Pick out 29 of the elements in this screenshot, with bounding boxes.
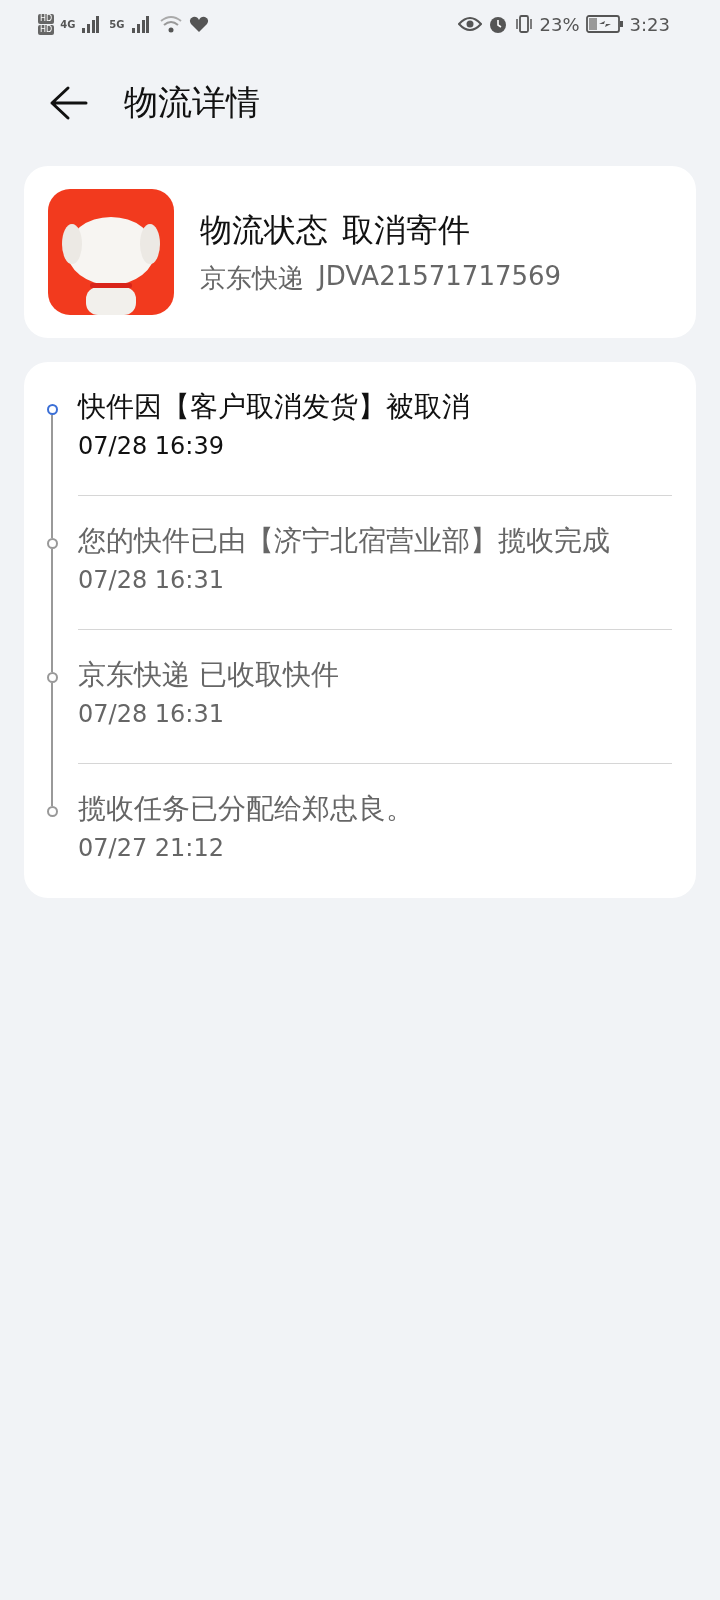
eye-icon	[457, 16, 482, 32]
page-title: 物流详情	[124, 81, 260, 124]
event-text: 快件因【客户取消发货】被取消	[78, 389, 471, 425]
hd-badge: HD	[38, 13, 55, 24]
event-text: 您的快件已由【济宁北宿营业部】揽收完成	[78, 523, 611, 559]
app-logo-icon	[48, 189, 174, 315]
battery-percent: 23%	[539, 13, 580, 35]
back-button[interactable]	[48, 85, 88, 121]
carrier-name: 京东快递	[200, 261, 304, 295]
signal-icon	[130, 15, 149, 33]
event-text: 揽收任务已分配给郑忠良。	[78, 791, 415, 827]
tracking-number: JDVA21571717569	[318, 260, 562, 293]
event-time: 07/28 16:39	[78, 432, 225, 460]
status-value: 取消寄件	[342, 209, 470, 251]
alarm-icon	[487, 14, 508, 34]
event-time: 07/27 21:12	[78, 834, 225, 862]
status-label: 物流状态	[200, 209, 328, 251]
vibrate-icon	[513, 14, 534, 34]
wifi-icon	[158, 15, 183, 33]
heart-icon	[188, 15, 209, 33]
hd-badge: HD	[38, 24, 55, 35]
event-time: 07/28 16:31	[78, 700, 225, 728]
network-type: 4G	[60, 18, 76, 30]
network-type: 5G	[109, 18, 125, 30]
signal-icon	[81, 15, 100, 33]
battery-charging-icon	[585, 15, 624, 33]
clock-time: 3:23	[629, 13, 670, 35]
event-time: 07/28 16:31	[78, 566, 225, 594]
event-text: 京东快递 已收取快件	[78, 657, 340, 693]
